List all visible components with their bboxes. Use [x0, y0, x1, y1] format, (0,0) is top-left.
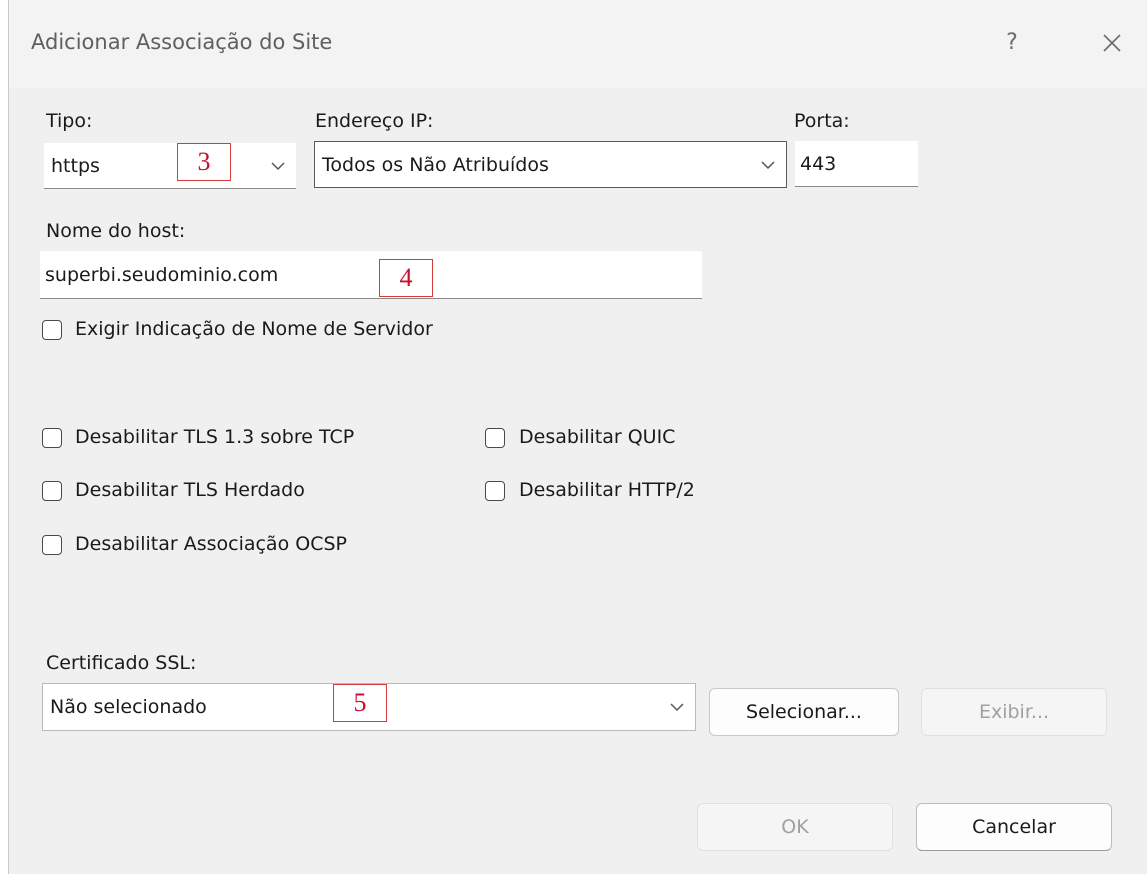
hostname-label: Nome do host: — [46, 220, 186, 242]
exibir-button[interactable]: Exibir... — [921, 688, 1107, 736]
tls13-checkbox-label: Desabilitar TLS 1.3 sobre TCP — [75, 426, 355, 448]
annotation-marker-3: 3 — [177, 143, 231, 181]
endereco-ip-select[interactable]: Todos os Não Atribuídos — [314, 141, 787, 188]
close-button[interactable] — [1095, 26, 1129, 60]
certificado-label: Certificado SSL: — [46, 652, 197, 674]
sni-checkbox[interactable] — [42, 320, 62, 340]
hostname-input[interactable]: superbi.seudominio.com — [40, 251, 702, 299]
ocsp-checkbox-label: Desabilitar Associação OCSP — [75, 533, 347, 555]
porta-input[interactable]: 443 — [795, 141, 918, 187]
tipo-select[interactable]: https — [44, 143, 296, 189]
selecionar-button[interactable]: Selecionar... — [709, 688, 899, 736]
endereco-ip-label: Endereço IP: — [315, 110, 434, 132]
ocsp-checkbox[interactable] — [42, 535, 62, 555]
title-bar: Adicionar Associação do Site ? — [9, 0, 1147, 88]
porta-label: Porta: — [794, 110, 850, 132]
http2-checkbox-label: Desabilitar HTTP/2 — [519, 479, 695, 501]
http2-checkbox[interactable] — [485, 481, 505, 501]
tipo-value: https — [51, 154, 100, 177]
certificado-value: Não selecionado — [50, 696, 207, 718]
cancelar-button[interactable]: Cancelar — [916, 803, 1112, 851]
close-icon — [1103, 34, 1121, 52]
chevron-down-icon — [761, 160, 775, 169]
tls13-checkbox[interactable] — [42, 428, 62, 448]
chevron-down-icon — [271, 161, 285, 170]
help-button[interactable]: ? — [997, 26, 1027, 60]
chevron-down-icon — [670, 703, 684, 712]
dialog-window: Adicionar Associação do Site ? Tipo: htt… — [8, 0, 1147, 874]
annotation-marker-5: 5 — [333, 684, 387, 722]
porta-value: 443 — [800, 152, 837, 175]
quic-checkbox-label: Desabilitar QUIC — [519, 426, 676, 448]
quic-checkbox[interactable] — [485, 428, 505, 448]
tls-legacy-checkbox[interactable] — [42, 481, 62, 501]
hostname-value: superbi.seudominio.com — [45, 263, 279, 286]
window-title: Adicionar Associação do Site — [31, 30, 333, 54]
annotation-marker-4: 4 — [379, 259, 433, 297]
endereco-ip-value: Todos os Não Atribuídos — [322, 153, 549, 176]
tls-legacy-checkbox-label: Desabilitar TLS Herdado — [75, 479, 305, 501]
tipo-label: Tipo: — [46, 110, 93, 132]
sni-checkbox-label: Exigir Indicação de Nome de Servidor — [75, 318, 433, 340]
ok-button[interactable]: OK — [697, 803, 893, 851]
